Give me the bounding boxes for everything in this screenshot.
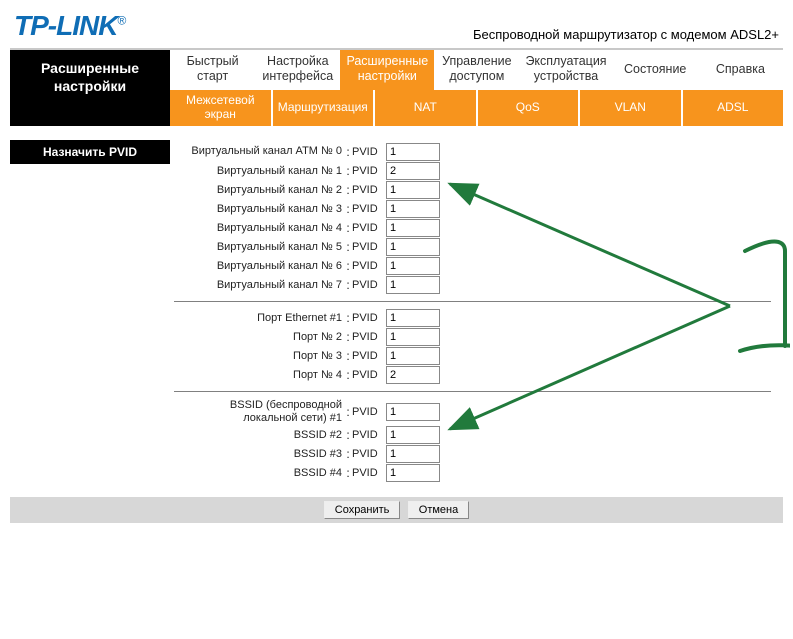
group-bssid: BSSID (беспроводной локальной сети) #1 :… (174, 391, 771, 489)
footer-bar: Сохранить Отмена (10, 497, 783, 523)
input-pvid-atm6[interactable] (386, 257, 440, 275)
input-pvid-eth1[interactable] (386, 309, 440, 327)
input-pvid-atm1[interactable] (386, 162, 440, 180)
subtab-routing[interactable]: Маршрутизация (273, 90, 376, 126)
label-bssid2: BSSID #2 (174, 429, 344, 441)
input-pvid-bssid1[interactable] (386, 403, 440, 421)
label-atm6: Виртуальный канал № 6 (174, 260, 344, 272)
label-atm5: Виртуальный канал № 5 (174, 241, 344, 253)
row-eth2: Порт № 2 : PVID (174, 328, 771, 346)
tab-status[interactable]: Состояние (613, 50, 698, 90)
input-pvid-eth2[interactable] (386, 328, 440, 346)
label-atm1: Виртуальный канал № 1 (174, 165, 344, 177)
label-eth4: Порт № 4 (174, 369, 344, 381)
row-atm4: Виртуальный канал № 4 : PVID (174, 219, 771, 237)
label-eth3: Порт № 3 (174, 350, 344, 362)
input-pvid-atm2[interactable] (386, 181, 440, 199)
label-bssid4: BSSID #4 (174, 467, 344, 479)
label-atm2: Виртуальный канал № 2 (174, 184, 344, 196)
row-atm2: Виртуальный канал № 2 : PVID (174, 181, 771, 199)
group-atm: Виртуальный канал ATM № 0 : PVID Виртуал… (174, 136, 771, 301)
brand-text: TP-LINK (14, 10, 117, 41)
label-eth2: Порт № 2 (174, 331, 344, 343)
input-pvid-bssid2[interactable] (386, 426, 440, 444)
label-atm0: Виртуальный канал ATM № 0 (174, 145, 344, 158)
label-bssid3: BSSID #3 (174, 448, 344, 460)
brand-reg-mark: ® (117, 14, 125, 28)
row-bssid2: BSSID #2 : PVID (174, 426, 771, 444)
brand-logo: TP-LINK® (14, 10, 125, 42)
subtab-firewall[interactable]: Межсетевой экран (170, 90, 273, 126)
row-bssid4: BSSID #4 : PVID (174, 464, 771, 482)
tab-maintenance[interactable]: Эксплуатацияустройства (519, 50, 612, 90)
row-atm5: Виртуальный канал № 5 : PVID (174, 238, 771, 256)
tab-advanced-settings[interactable]: Расширенныенастройки (340, 50, 434, 90)
section-title: Расширенные настройки (10, 50, 170, 126)
row-eth4: Порт № 4 : PVID (174, 366, 771, 384)
save-button[interactable]: Сохранить (324, 501, 401, 519)
label-atm3: Виртуальный канал № 3 (174, 203, 344, 215)
row-atm0: Виртуальный канал ATM № 0 : PVID (174, 143, 771, 161)
row-bssid1: BSSID (беспроводной локальной сети) #1 :… (174, 399, 771, 425)
input-pvid-bssid4[interactable] (386, 464, 440, 482)
subtab-adsl[interactable]: ADSL (683, 90, 784, 126)
input-pvid-atm4[interactable] (386, 219, 440, 237)
input-pvid-atm7[interactable] (386, 276, 440, 294)
content-area: Виртуальный канал ATM № 0 : PVID Виртуал… (170, 126, 783, 489)
row-atm6: Виртуальный канал № 6 : PVID (174, 257, 771, 275)
subtab-vlan[interactable]: VLAN (580, 90, 683, 126)
input-pvid-atm0[interactable] (386, 143, 440, 161)
input-pvid-atm3[interactable] (386, 200, 440, 218)
row-eth1: Порт Ethernet #1 : PVID (174, 309, 771, 327)
label-atm7: Виртуальный канал № 7 (174, 279, 344, 291)
row-bssid3: BSSID #3 : PVID (174, 445, 771, 463)
subtab-qos[interactable]: QoS (478, 90, 581, 126)
label-atm4: Виртуальный канал № 4 (174, 222, 344, 234)
row-atm3: Виртуальный канал № 3 : PVID (174, 200, 771, 218)
tab-interface-setup[interactable]: Настройкаинтерфейса (255, 50, 340, 90)
main-tabs: Быстрыйстарт Настройкаинтерфейса Расшире… (170, 50, 783, 90)
input-pvid-eth4[interactable] (386, 366, 440, 384)
group-ethernet: Порт Ethernet #1 : PVID Порт № 2 : PVID … (174, 301, 771, 391)
input-pvid-atm5[interactable] (386, 238, 440, 256)
tab-quick-start[interactable]: Быстрыйстарт (170, 50, 255, 90)
row-eth3: Порт № 3 : PVID (174, 347, 771, 365)
tab-help[interactable]: Справка (698, 50, 783, 90)
side-section-title: Назначить PVID (10, 140, 170, 164)
label-bssid1: BSSID (беспроводной локальной сети) #1 (174, 399, 344, 425)
tab-access-management[interactable]: Управлениедоступом (434, 50, 519, 90)
input-pvid-eth3[interactable] (386, 347, 440, 365)
row-atm1: Виртуальный канал № 1 : PVID (174, 162, 771, 180)
row-atm7: Виртуальный канал № 7 : PVID (174, 276, 771, 294)
pvid-label: PVID (352, 146, 386, 158)
subtab-nat[interactable]: NAT (375, 90, 478, 126)
device-description: Беспроводной маршрутизатор с модемом ADS… (473, 27, 779, 42)
cancel-button[interactable]: Отмена (408, 501, 469, 519)
sub-tabs: Межсетевой экран Маршрутизация NAT QoS V… (170, 90, 783, 126)
input-pvid-bssid3[interactable] (386, 445, 440, 463)
label-eth1: Порт Ethernet #1 (174, 312, 344, 324)
